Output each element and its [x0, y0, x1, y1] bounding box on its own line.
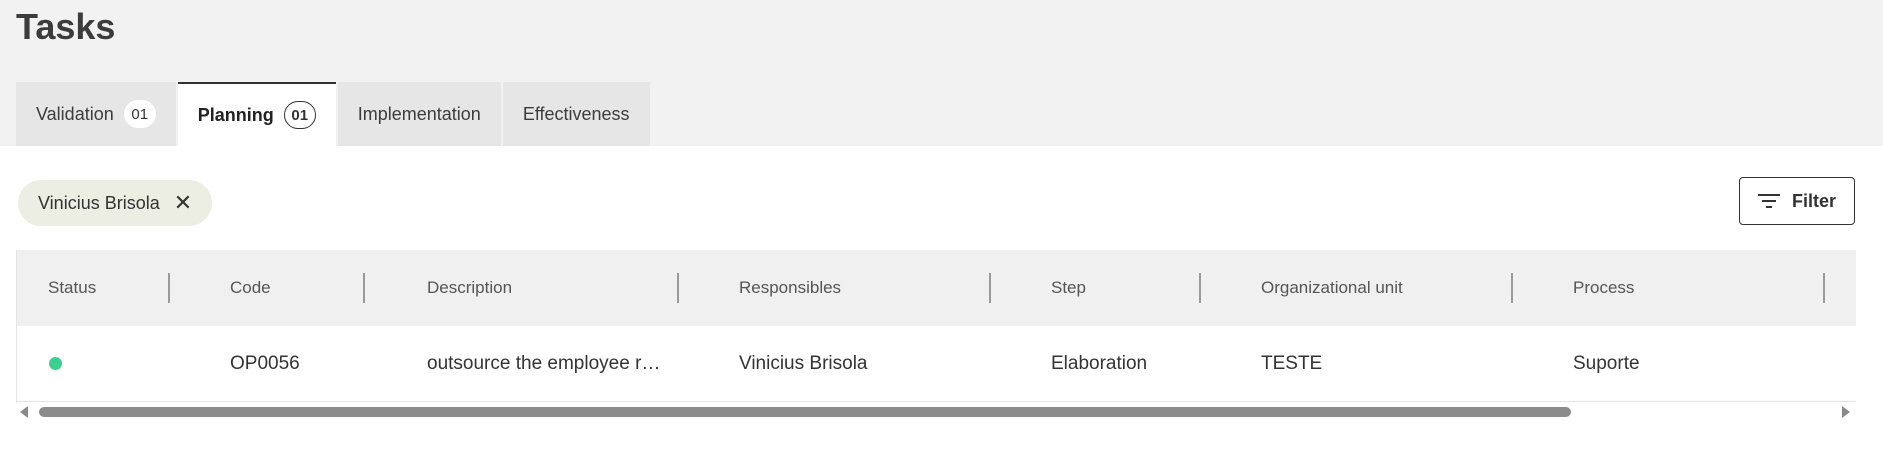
- status-dot: [49, 357, 62, 370]
- filter-chip-label: Vinicius Brisola: [38, 192, 160, 213]
- column-header-organizational-unit[interactable]: Organizational unit: [1261, 250, 1403, 326]
- tab-implementation[interactable]: Implementation: [337, 82, 501, 146]
- cell-process: Suporte: [1573, 353, 1640, 374]
- scroll-right-arrow-icon[interactable]: [1842, 406, 1850, 418]
- tasks-table: Status Code Description Responsibles Ste…: [16, 250, 1856, 403]
- column-header-process[interactable]: Process: [1573, 250, 1634, 326]
- tab-validation[interactable]: Validation 01: [16, 82, 176, 146]
- horizontal-scrollbar[interactable]: [16, 402, 1856, 420]
- table-header: Status Code Description Responsibles Ste…: [17, 250, 1856, 326]
- filter-lines-icon: [1757, 194, 1780, 208]
- cell-organizational-unit: TESTE: [1261, 353, 1323, 374]
- scroll-left-arrow-icon[interactable]: [20, 406, 28, 418]
- column-header-description[interactable]: Description: [427, 250, 512, 326]
- tab-label: Implementation: [357, 103, 481, 124]
- tab-label: Validation: [36, 103, 114, 124]
- filter-chip: Vinicius Brisola ✕: [18, 180, 213, 226]
- column-header-status[interactable]: Status: [48, 250, 96, 326]
- scrollbar-thumb[interactable]: [39, 407, 1571, 417]
- tab-count-badge: 01: [123, 100, 156, 128]
- header-area: Tasks Validation 01 Planning 01 Implemen…: [0, 0, 1883, 146]
- column-resize-handle[interactable]: [168, 273, 170, 303]
- column-resize-handle[interactable]: [1511, 273, 1513, 303]
- column-resize-handle[interactable]: [1823, 273, 1825, 303]
- tab-count-badge: 01: [283, 101, 316, 129]
- close-icon[interactable]: ✕: [174, 192, 192, 214]
- cell-description: outsource the employee re...: [427, 353, 667, 374]
- column-resize-handle[interactable]: [677, 273, 679, 303]
- column-resize-handle[interactable]: [1199, 273, 1201, 303]
- tab-planning[interactable]: Planning 01: [177, 82, 336, 146]
- cell-step: Elaboration: [1051, 353, 1148, 374]
- column-resize-handle[interactable]: [989, 273, 991, 303]
- column-header-responsibles[interactable]: Responsibles: [739, 250, 841, 326]
- filter-button-label: Filter: [1791, 190, 1836, 211]
- tab-label: Planning: [197, 104, 274, 125]
- table-row[interactable]: OP0056 outsource the employee re... Vini…: [17, 326, 1856, 402]
- cell-responsibles: Vinicius Brisola: [739, 353, 868, 374]
- tab-label: Effectiveness: [522, 103, 630, 124]
- column-header-step[interactable]: Step: [1051, 250, 1086, 326]
- cell-code: OP0056: [230, 353, 300, 374]
- tab-bar: Validation 01 Planning 01 Implementation…: [16, 82, 652, 146]
- page-title: Tasks: [16, 6, 116, 47]
- column-resize-handle[interactable]: [363, 273, 365, 303]
- filter-button[interactable]: Filter: [1739, 177, 1855, 225]
- tab-effectiveness[interactable]: Effectiveness: [502, 82, 650, 146]
- column-header-code[interactable]: Code: [230, 250, 271, 326]
